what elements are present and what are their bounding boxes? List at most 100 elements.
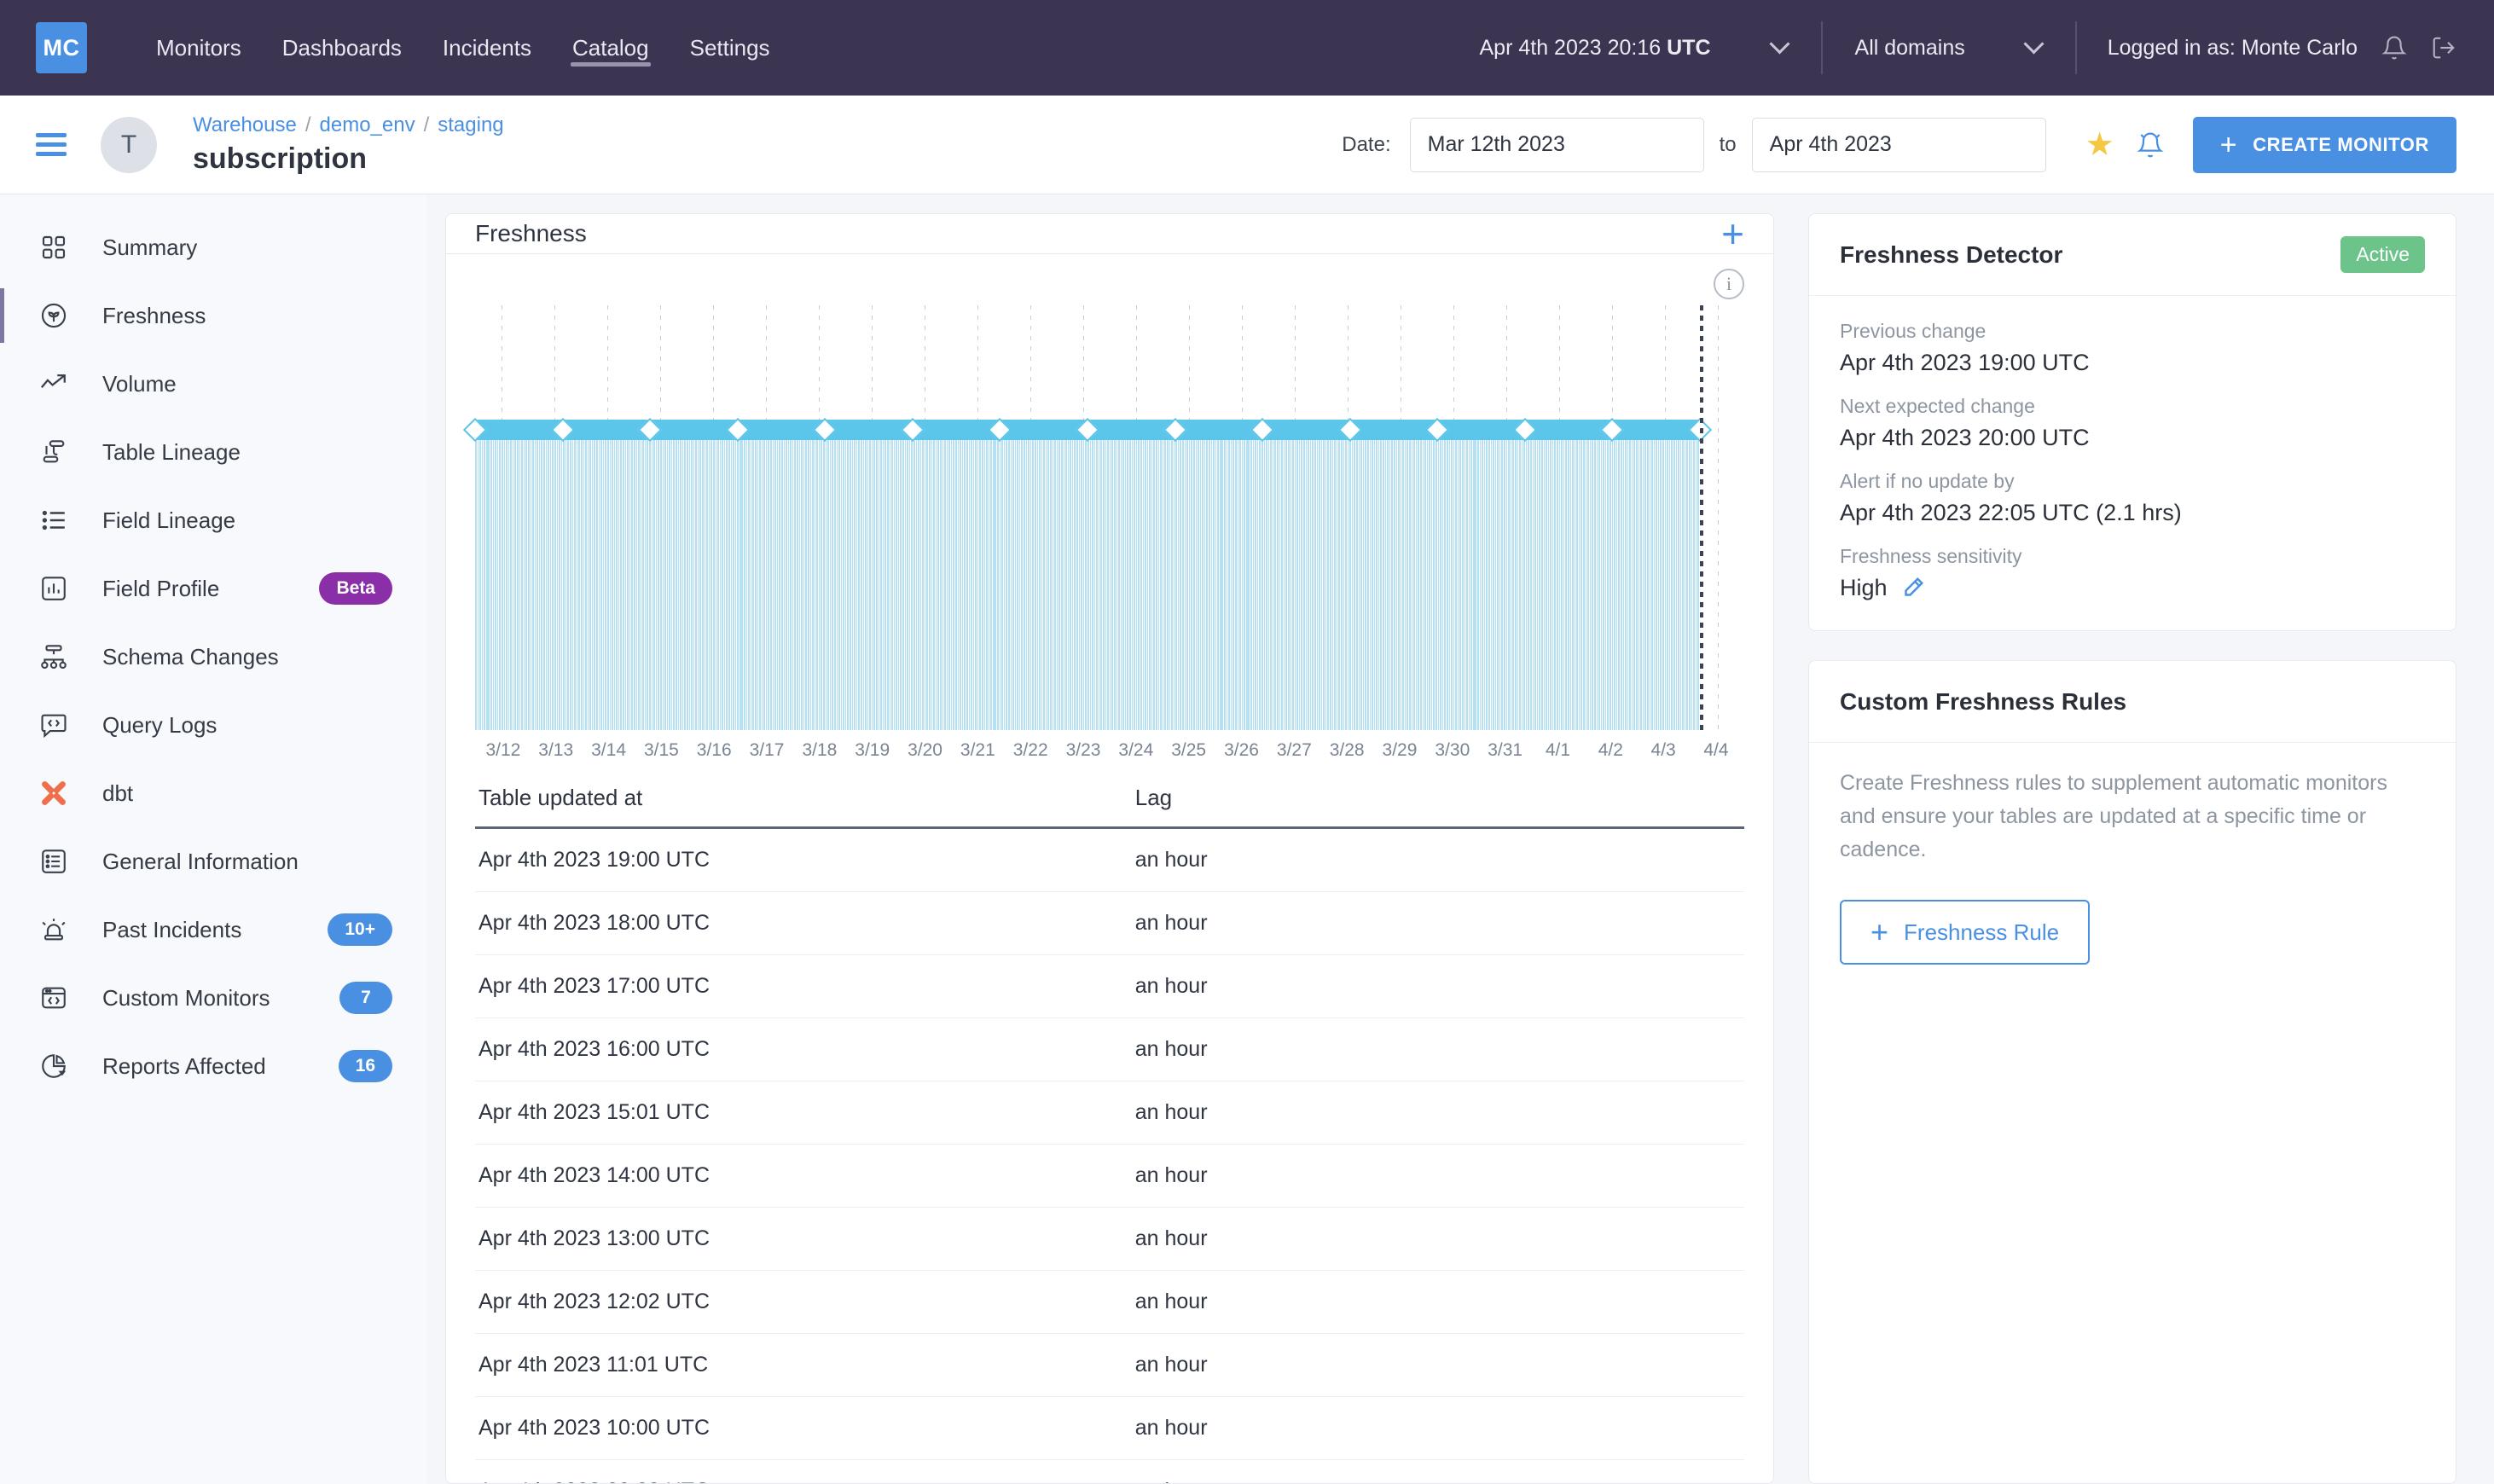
chart-bar bbox=[854, 439, 856, 730]
chart-bar bbox=[841, 439, 843, 730]
table-row[interactable]: Apr 4th 2023 17:00 UTCan hour bbox=[475, 955, 1744, 1018]
date-to-input[interactable] bbox=[1752, 118, 2046, 172]
chart-bar bbox=[1458, 439, 1459, 730]
chart-bar bbox=[1651, 439, 1653, 730]
chart-bar bbox=[774, 439, 776, 730]
table-row[interactable]: Apr 4th 2023 10:00 UTCan hour bbox=[475, 1397, 1744, 1460]
sidebar-item-query-logs[interactable]: Query Logs bbox=[0, 691, 426, 759]
sidebar-item-field-lineage[interactable]: Field Lineage bbox=[0, 486, 426, 554]
sidebar-item-custom-monitors[interactable]: Custom Monitors 7 bbox=[0, 964, 426, 1032]
table-row[interactable]: Apr 4th 2023 14:00 UTCan hour bbox=[475, 1145, 1744, 1208]
chart-bar bbox=[944, 439, 946, 730]
domain-selector-label[interactable]: All domains bbox=[1823, 36, 1965, 61]
chart-bar bbox=[827, 439, 829, 730]
cell-updated-at: Apr 4th 2023 19:00 UTC bbox=[475, 848, 1135, 872]
chart-bar bbox=[1011, 439, 1012, 730]
chart-bar bbox=[1495, 439, 1497, 730]
chevron-down-icon bbox=[2023, 33, 2044, 54]
subscribe-bell-icon[interactable] bbox=[2137, 130, 2164, 159]
table-row[interactable]: Apr 4th 2023 12:02 UTCan hour bbox=[475, 1271, 1744, 1334]
sidebar-item-label: Reports Affected bbox=[102, 1053, 266, 1080]
datetime-dropdown-toggle[interactable] bbox=[1711, 44, 1821, 51]
chart-bar bbox=[1072, 439, 1074, 730]
notifications-bell-icon[interactable] bbox=[2381, 34, 2407, 61]
table-row[interactable]: Apr 4th 2023 18:00 UTCan hour bbox=[475, 892, 1744, 955]
chart-bar bbox=[1594, 439, 1596, 730]
chart-bar bbox=[1444, 439, 1446, 730]
chart-bar bbox=[1491, 439, 1493, 730]
breadcrumb-item-staging[interactable]: staging bbox=[438, 113, 503, 137]
chart-bar bbox=[784, 439, 786, 730]
nav-link-dashboards[interactable]: Dashboards bbox=[262, 0, 422, 96]
chart-bar bbox=[1433, 439, 1435, 730]
chart-bar bbox=[1676, 439, 1678, 730]
table-row[interactable]: Apr 4th 2023 11:01 UTCan hour bbox=[475, 1334, 1744, 1397]
chart-bar bbox=[506, 439, 508, 730]
chart-bar bbox=[1662, 439, 1664, 730]
chart-bar bbox=[1427, 439, 1429, 730]
chart-bar bbox=[1685, 439, 1686, 730]
chart-bar bbox=[1186, 439, 1188, 730]
chart-bar bbox=[1654, 439, 1656, 730]
chart-bar bbox=[660, 439, 662, 730]
sidebar-toggle-icon[interactable] bbox=[36, 133, 67, 156]
breadcrumb-item-demo-env[interactable]: demo_env bbox=[320, 113, 415, 137]
chart-bar bbox=[779, 439, 780, 730]
add-freshness-icon[interactable]: + bbox=[1721, 214, 1744, 253]
chart-bar bbox=[794, 439, 796, 730]
sidebar-item-freshness[interactable]: Freshness bbox=[0, 281, 426, 350]
app-logo[interactable]: MC bbox=[36, 22, 87, 73]
info-icon[interactable]: i bbox=[1714, 269, 1744, 299]
chart-bar bbox=[1204, 439, 1206, 730]
sidebar-item-summary[interactable]: Summary bbox=[0, 213, 426, 281]
sidebar-item-schema-changes[interactable]: Schema Changes bbox=[0, 623, 426, 691]
chart-bar bbox=[1519, 439, 1521, 730]
table-row[interactable]: Apr 4th 2023 19:00 UTCan hour bbox=[475, 829, 1744, 892]
nav-link-settings[interactable]: Settings bbox=[670, 0, 791, 96]
chart-bar bbox=[1279, 439, 1281, 730]
chart-bar bbox=[1191, 439, 1192, 730]
sidebar-item-dbt[interactable]: dbt bbox=[0, 759, 426, 827]
sidebar-item-general-information[interactable]: General Information bbox=[0, 827, 426, 896]
chart-bar bbox=[898, 439, 900, 730]
chart-bar bbox=[821, 439, 822, 730]
create-monitor-button[interactable]: + CREATE MONITOR bbox=[2193, 117, 2456, 173]
sidebar-item-volume[interactable]: Volume bbox=[0, 350, 426, 418]
chart-bar bbox=[497, 439, 499, 730]
sidebar-item-table-lineage[interactable]: Table Lineage bbox=[0, 418, 426, 486]
logout-icon[interactable] bbox=[2431, 34, 2456, 61]
add-freshness-rule-button[interactable]: + Freshness Rule bbox=[1840, 900, 2090, 965]
chart-bar bbox=[940, 439, 942, 730]
chart-bar bbox=[1037, 439, 1039, 730]
freshness-chart-plot[interactable] bbox=[475, 305, 1744, 730]
favorite-star-icon[interactable]: ★ bbox=[2085, 125, 2114, 164]
create-monitor-label: CREATE MONITOR bbox=[2253, 134, 2429, 156]
chart-bar bbox=[986, 439, 988, 730]
table-row[interactable]: Apr 4th 2023 16:00 UTCan hour bbox=[475, 1018, 1744, 1081]
breadcrumb-item-warehouse[interactable]: Warehouse bbox=[193, 113, 297, 137]
edit-pencil-icon[interactable] bbox=[1900, 576, 1925, 601]
sidebar-item-label: Summary bbox=[102, 235, 197, 261]
chart-bar bbox=[1217, 439, 1219, 730]
chart-bar bbox=[865, 439, 867, 730]
nav-link-incidents[interactable]: Incidents bbox=[422, 0, 552, 96]
table-row[interactable]: Apr 4th 2023 09:00 UTCan hour bbox=[475, 1460, 1744, 1484]
x-tick-label: 3/29 bbox=[1373, 740, 1426, 761]
date-from-input[interactable] bbox=[1410, 118, 1704, 172]
chart-bar bbox=[1409, 439, 1411, 730]
sidebar-item-past-incidents[interactable]: Past Incidents 10+ bbox=[0, 896, 426, 964]
chart-bar bbox=[1607, 439, 1609, 730]
chart-bar bbox=[1121, 439, 1122, 730]
table-row[interactable]: Apr 4th 2023 13:00 UTCan hour bbox=[475, 1208, 1744, 1271]
sidebar-item-field-profile[interactable]: Field Profile Beta bbox=[0, 554, 426, 623]
sidebar-item-reports-affected[interactable]: Reports Affected 16 bbox=[0, 1032, 426, 1100]
nav-link-monitors[interactable]: Monitors bbox=[136, 0, 262, 96]
chart-bar bbox=[495, 439, 496, 730]
nav-link-catalog[interactable]: Catalog bbox=[552, 0, 670, 96]
chart-bar bbox=[1143, 439, 1145, 730]
chart-bar bbox=[1264, 439, 1266, 730]
chart-bar bbox=[1583, 439, 1585, 730]
domain-dropdown-toggle[interactable] bbox=[1965, 44, 2075, 51]
table-row[interactable]: Apr 4th 2023 15:01 UTCan hour bbox=[475, 1081, 1744, 1145]
chart-bar bbox=[960, 439, 961, 730]
